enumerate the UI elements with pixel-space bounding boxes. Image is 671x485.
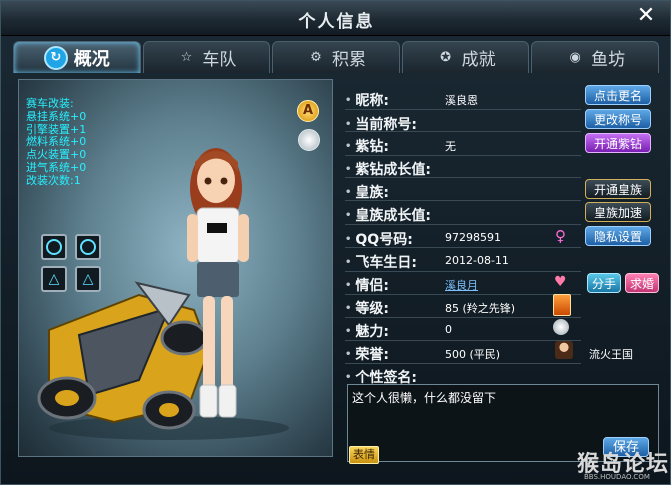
open-clan-button[interactable]: 开通皇族 [585,179,651,199]
row-honor: 荣誉: 500 (平民) 流火王国 [341,341,659,363]
level-badge-icon [553,294,571,316]
clan-growth-label: 皇族成长值: [345,205,431,225]
signature-text: 这个人很懒，什么都没留下 [352,391,497,405]
divider [345,109,581,110]
rename-button[interactable]: 点击更名 [585,85,651,105]
tab-fish[interactable]: ◉ 鱼坊 [531,41,659,73]
row-level: 等级: 85 (羚之先锋) [341,295,659,317]
title-bar: 个人信息 ✕ [1,1,670,36]
tab-label: 积累 [331,50,366,70]
divider [345,200,581,201]
clan-speedup-button[interactable]: 皇族加速 [585,202,651,222]
tab-achievement[interactable]: ✪ 成就 [401,41,530,73]
privacy-settings-button[interactable]: 隐私设置 [585,226,651,246]
tab-label: 概况 [73,48,110,70]
qq-label: QQ号码: [345,229,412,249]
row-purple-growth: 紫钻成长值: [341,156,659,178]
tab-overview[interactable]: ↻ 概况 [13,41,141,73]
medal-icon: ✪ [440,50,452,65]
emote-button[interactable]: 表情 [349,446,379,464]
gear-icon: ⚙ [310,50,322,65]
avatar-panel: 赛车改装: 悬挂系统+0 引擎装置+1 燃料系统+0 点火装置+0 进气系统+0… [18,79,333,457]
partner-label: 情侣: [345,275,389,295]
kingdom-value: 流火王国 [589,348,633,361]
open-purple-diamond-button[interactable]: 开通紫钻 [585,133,651,153]
partner-link[interactable]: 溪良月 [445,277,478,293]
row-charm: 魅力: 0 [341,318,659,340]
profile-window: 个人信息 ✕ ↻ 概况 ☆ 车队 ⚙ 积累 ✪ 成就 ◉ 鱼坊 赛车改装: 悬挂… [0,0,671,485]
tab-label: 车队 [202,50,237,70]
divider [345,131,581,132]
kingdom-avatar-icon [555,341,573,359]
propose-button[interactable]: 求婚 [625,273,659,293]
avatar-kart-illustration [37,148,289,440]
tab-bar: ↻ 概况 ☆ 车队 ⚙ 积累 ✪ 成就 ◉ 鱼坊 [13,41,661,75]
purple-diamond-label: 紫钻: [345,136,389,156]
birthday-label: 飞车生日: [345,252,417,272]
qq-value: 97298591 [445,231,501,244]
fish-icon: ◉ [569,50,581,65]
nickname-value: 溪良恩 [445,94,478,107]
row-birthday: 飞车生日: 2012-08-11 [341,249,659,271]
clan-label: 皇族: [345,182,389,202]
honor-label: 荣誉: [345,344,389,364]
close-icon[interactable]: ✕ [634,4,658,28]
watermark-url: BBS.HOUDAO.COM [584,473,650,481]
tab-label: 成就 [461,50,496,70]
level-label: 等级: [345,298,389,318]
nickname-label: 昵称: [345,90,389,110]
purple-diamond-value: 无 [445,140,456,153]
kart-image [37,281,211,430]
row-signature: 个性签名: [341,364,659,386]
charm-icon [553,319,569,335]
divider [345,224,581,225]
divider [345,177,581,178]
level-value: 85 (羚之先锋) [445,302,516,315]
window-title: 个人信息 [298,12,375,32]
tab-team[interactable]: ☆ 车队 [142,41,271,73]
honor-value: 500 (平民) [445,348,501,361]
heart-ring-icon: ♥ [554,274,567,290]
tab-label: 鱼坊 [591,50,626,70]
divider [345,247,581,248]
charm-label: 魅力: [345,321,389,341]
birthday-value: 2012-08-11 [445,254,509,267]
star-icon: ☆ [180,50,193,65]
tab-accumulate[interactable]: ⚙ 积累 [272,41,400,73]
purple-growth-label: 紫钻成长值: [345,159,431,179]
breakup-button[interactable]: 分手 [587,273,621,293]
refresh-icon: ↻ [43,45,68,70]
change-title-button[interactable]: 更改称号 [585,109,651,129]
female-gender-icon: ♀ [555,227,566,245]
charm-value: 0 [445,323,452,336]
